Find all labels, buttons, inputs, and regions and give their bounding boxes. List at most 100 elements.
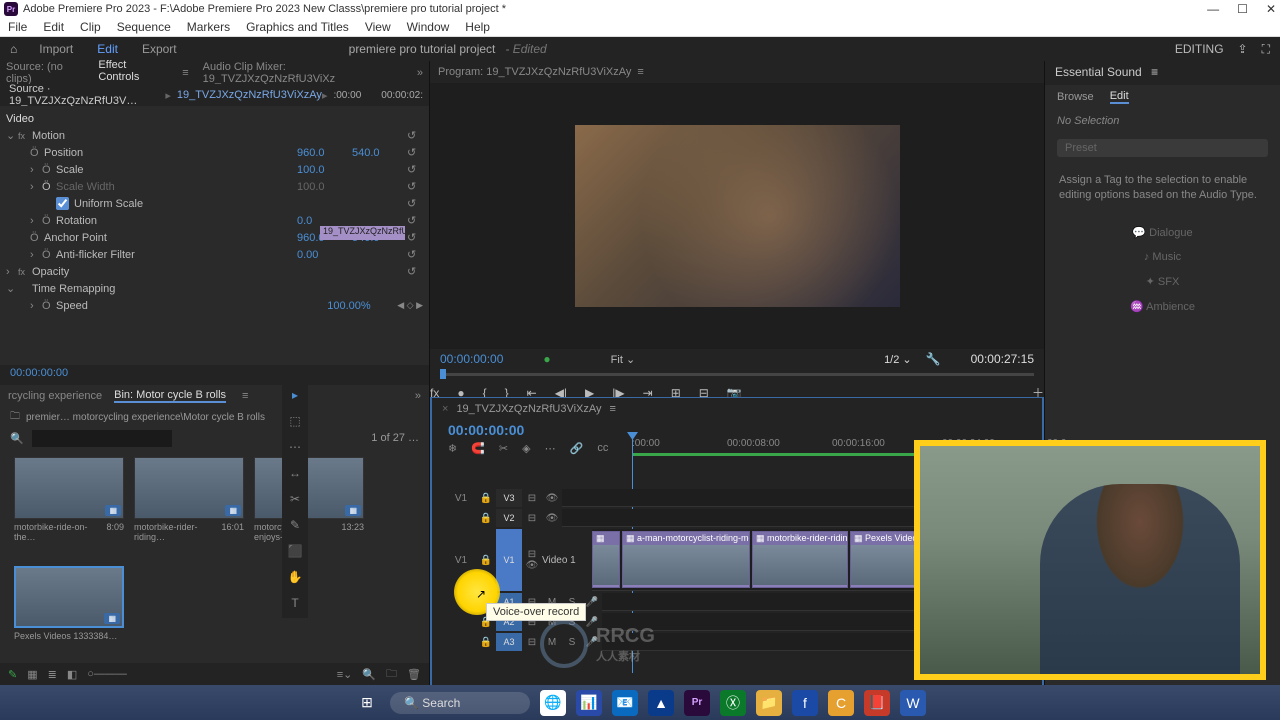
sync-icon[interactable]: ⊟ — [522, 493, 542, 504]
resolution-dropdown[interactable]: 1/2 ⌄ — [884, 353, 912, 366]
menu-window[interactable]: Window — [407, 20, 450, 34]
razor-tool-icon[interactable]: ✂ — [286, 490, 304, 508]
magnet-icon[interactable]: 🧲 — [471, 442, 485, 455]
tab-import[interactable]: Import — [27, 38, 85, 60]
eye-icon[interactable]: 👁 — [542, 493, 562, 504]
menu-file[interactable]: File — [8, 20, 27, 34]
mute-button[interactable]: M — [542, 637, 562, 648]
fx-motion[interactable]: Motion — [32, 130, 407, 142]
new-item-icon[interactable]: ✎ — [8, 668, 17, 681]
app-c-icon[interactable]: C — [828, 690, 854, 716]
find-icon[interactable]: 🔍 — [362, 668, 376, 681]
es-option-dialogue[interactable]: 💬 Dialogue — [1045, 220, 1280, 245]
timeline-timecode[interactable]: 00:00:00:00 — [432, 420, 1042, 440]
preset-dropdown[interactable]: Preset — [1057, 139, 1268, 157]
selection-tool-icon[interactable]: ▸ — [286, 386, 304, 404]
menu-help[interactable]: Help — [465, 20, 490, 34]
es-option-sfx[interactable]: ✦ SFX — [1045, 269, 1280, 294]
lock-icon[interactable]: 🔒 — [476, 493, 496, 504]
home-icon[interactable]: ⌂ — [0, 42, 27, 56]
list-view-icon[interactable]: ≣ — [48, 668, 57, 681]
solo-button[interactable]: S — [562, 637, 582, 648]
sequence-name[interactable]: 19_TVZJXzQzNzRfU3ViXzAy — [456, 403, 601, 415]
caption-icon[interactable]: cc — [597, 442, 608, 455]
uniform-scale-checkbox[interactable] — [56, 197, 69, 210]
bc-target[interactable]: 19_TVZJXzQzNzRfU3ViXzAy — [177, 89, 322, 101]
zoom-slider[interactable]: ○——— — [87, 668, 127, 680]
type-tool-icon[interactable]: T — [286, 594, 304, 612]
slip-tool-icon[interactable]: ↔ — [286, 464, 304, 482]
app-mail-icon[interactable]: 📧 — [612, 690, 638, 716]
marker-tool-icon[interactable]: ◈ — [522, 442, 530, 455]
thumb-item[interactable]: ▦motorbike-ride-on-the…8:09 — [14, 457, 124, 556]
menu-view[interactable]: View — [365, 20, 391, 34]
sort-icon[interactable]: ≡⌄ — [337, 668, 353, 681]
app-pdf-icon[interactable]: 📕 — [864, 690, 890, 716]
v1-header[interactable]: V1 — [496, 529, 522, 591]
taskbar-search[interactable]: 🔍 Search — [390, 692, 530, 714]
clip[interactable]: ▦ — [592, 531, 620, 588]
app-folder-icon[interactable]: 📁 — [756, 690, 782, 716]
workspace-label[interactable]: EDITING — [1175, 42, 1224, 56]
es-option-ambience[interactable]: ♒ Ambience — [1045, 294, 1280, 319]
app-xbox-icon[interactable]: Ⓧ — [720, 690, 746, 716]
settings-icon[interactable]: ⋯ — [545, 442, 556, 455]
mic-icon[interactable]: 🎤 — [582, 637, 602, 648]
tab-source[interactable]: Source: (no clips) — [6, 61, 84, 85]
es-option-music[interactable]: ♪ Music — [1045, 245, 1280, 269]
share-icon[interactable]: ⇪ — [1238, 42, 1248, 56]
project-search-input[interactable] — [32, 430, 172, 447]
menu-markers[interactable]: Markers — [187, 20, 230, 34]
thumb-item[interactable]: ▦motorbike-rider-riding…16:01 — [134, 457, 244, 556]
app-word-icon[interactable]: W — [900, 690, 926, 716]
freeform-icon[interactable]: ◧ — [67, 668, 77, 681]
fullscreen-icon[interactable]: ⛶ — [1262, 42, 1270, 57]
es-tab-browse[interactable]: Browse — [1057, 91, 1094, 103]
fx-opacity[interactable]: Opacity — [32, 266, 407, 278]
trash-icon[interactable]: 🗑 — [407, 668, 421, 681]
tab-audio-mixer[interactable]: Audio Clip Mixer: 19_TVZJXzQzNzRfU3ViXz — [203, 61, 403, 85]
position-y[interactable]: 540.0 — [352, 147, 407, 159]
rotation-val[interactable]: 0.0 — [297, 215, 352, 227]
app-azure-icon[interactable]: ▲ — [648, 690, 674, 716]
speed-val[interactable]: 100.00% — [327, 300, 397, 312]
bc-source[interactable]: Source · 19_TVZJXzQzNzRfU3V… — [9, 83, 156, 107]
minimize-button[interactable]: — — [1207, 2, 1219, 16]
menu-graphics[interactable]: Graphics and Titles — [246, 20, 349, 34]
program-tab-label[interactable]: Program: 19_TVZJXzQzNzRfU3ViXzAy — [438, 66, 631, 78]
program-in-tc[interactable]: 00:00:00:00 — [440, 352, 503, 366]
menu-clip[interactable]: Clip — [80, 20, 101, 34]
antiflicker-val[interactable]: 0.00 — [297, 249, 352, 261]
sync-icon[interactable]: ⊟ — [522, 513, 542, 524]
pen-tool-icon[interactable]: ✎ — [286, 516, 304, 534]
clip[interactable]: ▦ a-man-motorcyclist-riding-mot — [622, 531, 750, 588]
lock-icon[interactable]: 🔒 — [476, 555, 496, 566]
lock-icon[interactable]: 🔒 — [476, 513, 496, 524]
track-select-tool-icon[interactable]: ⬚ — [286, 412, 304, 430]
thumb-item[interactable]: ▦motorcyclist-enjoys-…13:23 — [254, 457, 364, 556]
snap-icon[interactable]: ❄ — [448, 442, 457, 455]
app-facebook-icon[interactable]: f — [792, 690, 818, 716]
eye-icon[interactable]: 👁 — [526, 560, 539, 571]
es-tab-edit[interactable]: Edit — [1110, 90, 1129, 104]
program-monitor[interactable] — [430, 83, 1044, 349]
app-explorer-icon[interactable]: 📊 — [576, 690, 602, 716]
linked-selection-icon[interactable]: ✂ — [499, 442, 508, 455]
app-premiere-icon[interactable]: Pr — [684, 690, 710, 716]
new-bin-icon[interactable]: 🗀 — [386, 665, 397, 684]
reset-icon[interactable]: ↺ — [407, 129, 423, 142]
fx-time-remap[interactable]: Time Remapping — [32, 283, 423, 295]
menu-edit[interactable]: Edit — [43, 20, 64, 34]
tab-export[interactable]: Export — [130, 38, 189, 60]
eye-icon[interactable]: 👁 — [542, 513, 562, 524]
program-scrubber[interactable] — [440, 369, 1034, 381]
link-icon[interactable]: 🔗 — [570, 442, 584, 455]
clip[interactable]: ▦ motorbike-rider-ridin — [752, 531, 848, 588]
thumb-item-selected[interactable]: ▦Pexels Videos 1333384… — [14, 566, 124, 655]
lock-icon[interactable]: 🔒 — [476, 637, 496, 648]
proj-tab-experience[interactable]: rcycling experience — [8, 390, 102, 402]
icon-view-icon[interactable]: ▦ — [27, 668, 37, 681]
proj-tab-bin[interactable]: Bin: Motor cycle B rolls — [114, 389, 226, 403]
close-button[interactable]: ✕ — [1266, 2, 1276, 16]
position-x[interactable]: 960.0 — [297, 147, 352, 159]
